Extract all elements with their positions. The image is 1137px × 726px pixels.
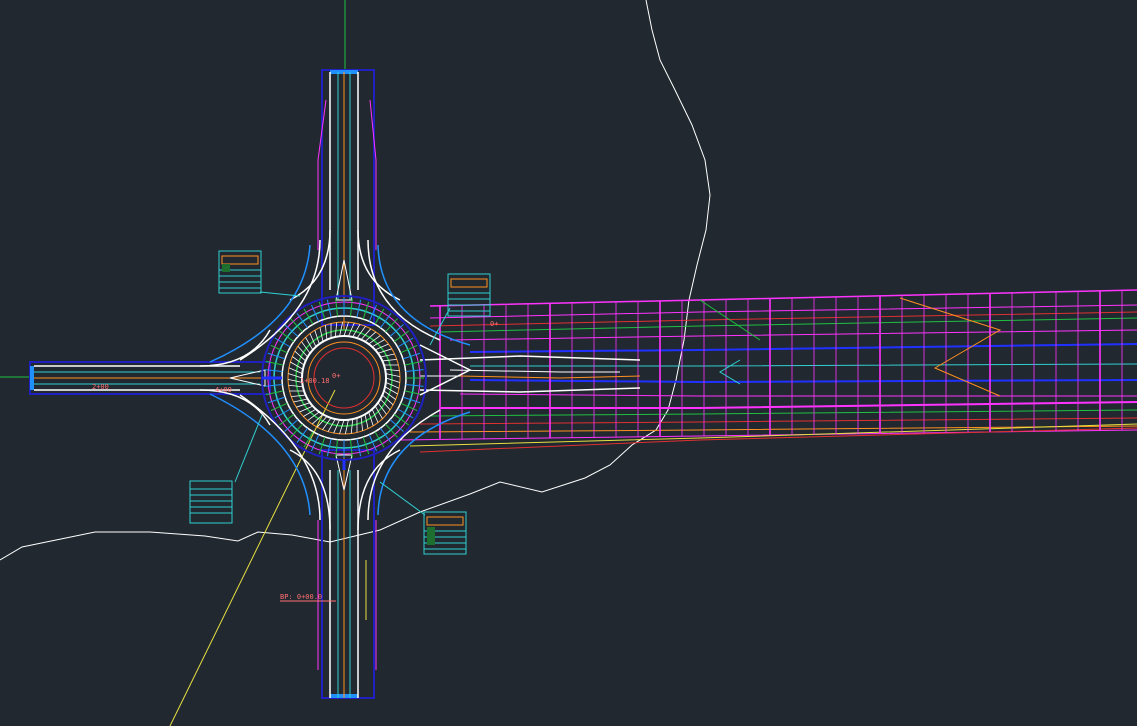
roundabout-hatch [264,369,283,373]
roundabout-apron-hatch [344,419,349,435]
roundabout-apron-hatch [350,419,354,434]
south-approach-road [289,440,401,699]
west-station-label: 2+00 [92,383,109,391]
roundabout-hatch [264,383,283,387]
roundabout-apron-hatch [339,419,345,434]
cad-drawing[interactable]: BP: 0+00.0 2+00 4+00 1+00.18 0+ 0+ [0,0,1137,726]
bp-station-label: BP: 0+00.0 [280,593,322,601]
roundabout-apron-hatch [324,325,328,340]
west-station-label-2: 4+00 [215,386,232,394]
roundabout-apron-hatch [385,373,401,378]
callout-nw[interactable] [218,250,262,294]
roundabout-hatch [405,383,424,387]
roundabout-hatch [335,298,339,317]
survey-line [169,419,321,726]
terrain-boundary-line [0,0,711,561]
roundabout-hatch [405,369,424,373]
roundabout-apron-hatch [382,358,397,362]
center-short-label: 0+ [332,372,340,380]
callout-se[interactable] [423,511,467,555]
drawing-canvas[interactable]: BP: 0+00.0 2+00 4+00 1+00.18 0+ 0+ [0,0,1137,726]
center-station-label: 1+00.18 [300,377,330,385]
north-approach-road [289,69,401,330]
roundabout-apron-hatch [385,377,400,383]
east-label: 0+ [490,320,498,328]
callout-sw[interactable] [189,480,233,524]
roundabout-hatch [349,298,353,317]
roundabout-apron-hatch [360,416,364,431]
roundabout-apron-hatch [385,368,400,372]
roundabout-apron-hatch [288,384,303,388]
roundabout-apron-hatch [291,394,306,398]
